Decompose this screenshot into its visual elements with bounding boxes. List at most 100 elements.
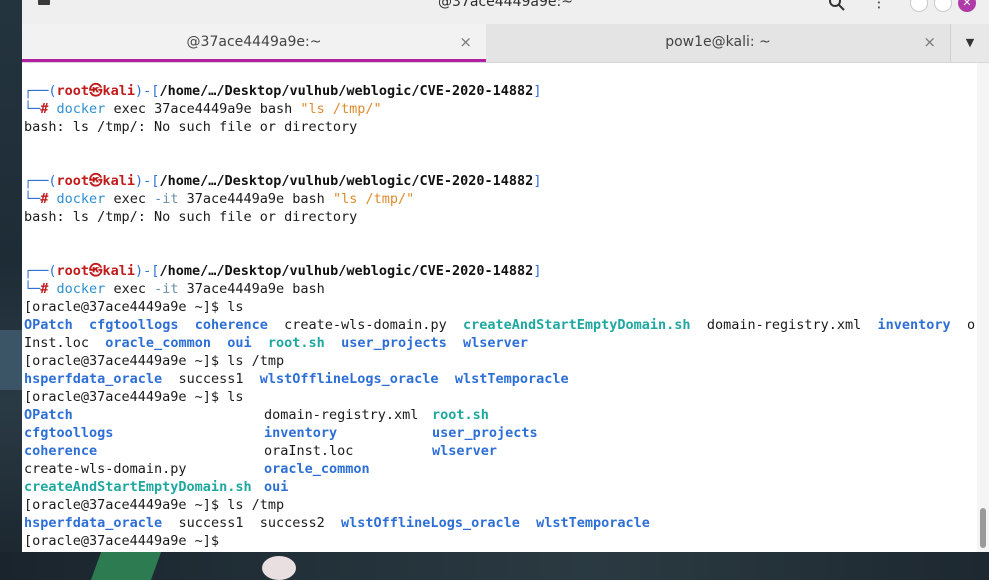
shell-prompt: [oracle@37ace4449a9e ~]$ bbox=[24, 353, 220, 369]
shell-command-line: [oracle@37ace4449a9e ~]$ ls bbox=[24, 298, 243, 316]
tab-close-icon[interactable]: × bbox=[923, 33, 936, 51]
ls-output-line: createAndStartEmptyDomain.sh bbox=[24, 478, 252, 496]
file-entry: oraInst.loc bbox=[264, 443, 354, 459]
prompt-host: kali bbox=[102, 83, 136, 99]
exec-entry: createAndStartEmptyDomain.sh bbox=[24, 479, 252, 495]
dir-entry: cfgtoollogs bbox=[89, 317, 179, 333]
prompt-separator: )-[ bbox=[135, 263, 160, 279]
prompt-header-line: ┌──(root㉿kali)-[/home/…/Desktop/vulhub/w… bbox=[24, 82, 541, 100]
prompt-arrow: └─ bbox=[24, 101, 41, 117]
scrollbar-thumb[interactable] bbox=[980, 508, 986, 548]
prompt-user: root bbox=[56, 263, 90, 279]
exec-entry: root.sh bbox=[432, 407, 489, 423]
prompt-bracket: ┌──( bbox=[24, 173, 57, 189]
prompt-path: /home/…/Desktop/vulhub/weblogic/CVE-2020… bbox=[159, 263, 534, 279]
prompt-path: /home/…/Desktop/vulhub/weblogic/CVE-2020… bbox=[159, 83, 534, 99]
shell-prompt: [oracle@37ace4449a9e ~]$ bbox=[24, 497, 220, 513]
ls-output-line: OPatch bbox=[24, 406, 73, 424]
desktop-wallpaper-shape bbox=[90, 552, 162, 580]
dir-entry: oracle_common bbox=[264, 461, 370, 477]
terminal-output[interactable]: ┌──(root㉿kali)-[/home/…/Desktop/vulhub/w… bbox=[22, 63, 977, 552]
command-flag: -it bbox=[154, 191, 179, 207]
terminal-scrollbar[interactable] bbox=[977, 63, 989, 552]
shell-command-line: [oracle@37ace4449a9e ~]$ ls /tmp bbox=[24, 496, 284, 514]
dir-entry: oui bbox=[227, 335, 252, 351]
dir-entry: wlserver bbox=[463, 335, 529, 351]
prompt-bracket: ] bbox=[533, 83, 542, 99]
ls-output-line: create-wls-domain.py bbox=[24, 460, 187, 478]
kebab-menu-icon: ⋮ bbox=[871, 0, 887, 11]
output-line: bash: ls /tmp/: No such file or director… bbox=[24, 119, 358, 135]
file-entry: Inst.loc bbox=[24, 335, 90, 351]
prompt-separator: )-[ bbox=[135, 83, 160, 99]
exec-entry: createAndStartEmptyDomain.sh bbox=[462, 317, 691, 333]
prompt-hash: # bbox=[40, 191, 49, 207]
dir-entry: wlstTemporacle bbox=[536, 515, 650, 531]
dir-entry: wlserver bbox=[432, 443, 498, 459]
dir-entry: oracle_common bbox=[105, 335, 211, 351]
tab-label: @37ace4449a9e:~ bbox=[186, 34, 322, 50]
search-button[interactable] bbox=[828, 0, 846, 12]
command-name: docker bbox=[56, 101, 106, 117]
prompt-host: kali bbox=[102, 173, 136, 189]
dir-entry: cfgtoollogs bbox=[24, 425, 114, 441]
chevron-down-icon: ▼ bbox=[965, 36, 975, 49]
dir-entry: user_projects bbox=[341, 335, 447, 351]
shell-prompt: [oracle@37ace4449a9e ~]$ bbox=[24, 533, 220, 549]
prompt-bracket: ] bbox=[533, 263, 542, 279]
prompt-skull-icon: ㉿ bbox=[89, 263, 103, 279]
ls-output-cell: oracle_common bbox=[264, 460, 370, 478]
dir-entry: inventory bbox=[877, 317, 951, 333]
ls-output-cell: inventory bbox=[264, 424, 337, 442]
shell-prompt: [oracle@37ace4449a9e ~]$ bbox=[24, 389, 220, 405]
prompt-host: kali bbox=[102, 263, 136, 279]
command-line: └─# docker exec -it 37ace4449a9e bash "l… bbox=[24, 190, 414, 208]
desktop-wallpaper-left bbox=[0, 0, 22, 580]
desktop-wallpaper-shape bbox=[0, 330, 22, 390]
file-entry: success2 bbox=[259, 515, 325, 531]
ls-output-line: hsperfdata_oracle success1 success2 wlst… bbox=[24, 514, 650, 532]
dir-entry: user_projects bbox=[432, 425, 538, 441]
dir-entry: oui bbox=[264, 479, 289, 495]
ls-output-cell: user_projects bbox=[432, 424, 538, 442]
command-flag: -it bbox=[154, 281, 179, 297]
dir-entry: wlstTemporacle bbox=[454, 371, 569, 387]
prompt-arrow: └─ bbox=[24, 191, 41, 207]
tab-close-icon[interactable]: × bbox=[459, 33, 472, 51]
maximize-button[interactable] bbox=[934, 0, 952, 12]
prompt-skull-icon: ㉿ bbox=[89, 173, 103, 189]
title-bar[interactable]: @37ace4449a9e:~ ⋮ ✕ bbox=[22, 0, 989, 24]
tab-bar: @37ace4449a9e:~ × pow1e@kali: ~ × ▼ bbox=[22, 24, 989, 63]
shell-command: ls /tmp bbox=[219, 497, 285, 513]
ls-output-cell: oraInst.loc bbox=[264, 442, 353, 460]
current-prompt-line[interactable]: [oracle@37ace4449a9e ~]$ bbox=[24, 532, 219, 550]
dir-entry: coherence bbox=[194, 317, 268, 333]
file-entry: ora bbox=[966, 317, 977, 333]
minimize-button[interactable] bbox=[910, 0, 928, 12]
tab-kali-session[interactable]: pow1e@kali: ~ × bbox=[486, 24, 951, 62]
close-window-button[interactable]: ✕ bbox=[958, 0, 976, 12]
prompt-hash: # bbox=[40, 101, 49, 117]
command-args: 37ace4449a9e bash bbox=[178, 191, 333, 207]
file-entry: success1 bbox=[178, 371, 244, 387]
tab-container-session[interactable]: @37ace4449a9e:~ × bbox=[22, 24, 487, 62]
dir-entry: OPatch bbox=[24, 317, 73, 333]
close-icon: ✕ bbox=[962, 0, 972, 9]
prompt-user: root bbox=[56, 83, 90, 99]
prompt-user: root bbox=[56, 173, 90, 189]
prompt-arrow: └─ bbox=[24, 281, 41, 297]
command-name: docker bbox=[56, 281, 106, 297]
prompt-bracket: ] bbox=[533, 173, 542, 189]
dir-entry: wlstOfflineLogs_oracle bbox=[341, 515, 520, 531]
ls-output-cell: root.sh bbox=[432, 406, 489, 424]
tab-list-dropdown-button[interactable]: ▼ bbox=[951, 24, 989, 62]
command-string: "ls /tmp/" bbox=[332, 191, 415, 207]
prompt-header-line: ┌──(root㉿kali)-[/home/…/Desktop/vulhub/w… bbox=[24, 262, 541, 280]
shell-command-line: [oracle@37ace4449a9e ~]$ ls bbox=[24, 388, 243, 406]
shell-prompt: [oracle@37ace4449a9e ~]$ bbox=[24, 299, 220, 315]
command-string: "ls /tmp/" bbox=[300, 101, 382, 117]
output-line: bash: ls /tmp/: No such file or director… bbox=[24, 209, 358, 225]
prompt-bracket: ┌──( bbox=[24, 83, 57, 99]
command-args: 37ace4449a9e bash bbox=[178, 281, 325, 297]
menu-button[interactable]: ⋮ bbox=[870, 0, 888, 12]
